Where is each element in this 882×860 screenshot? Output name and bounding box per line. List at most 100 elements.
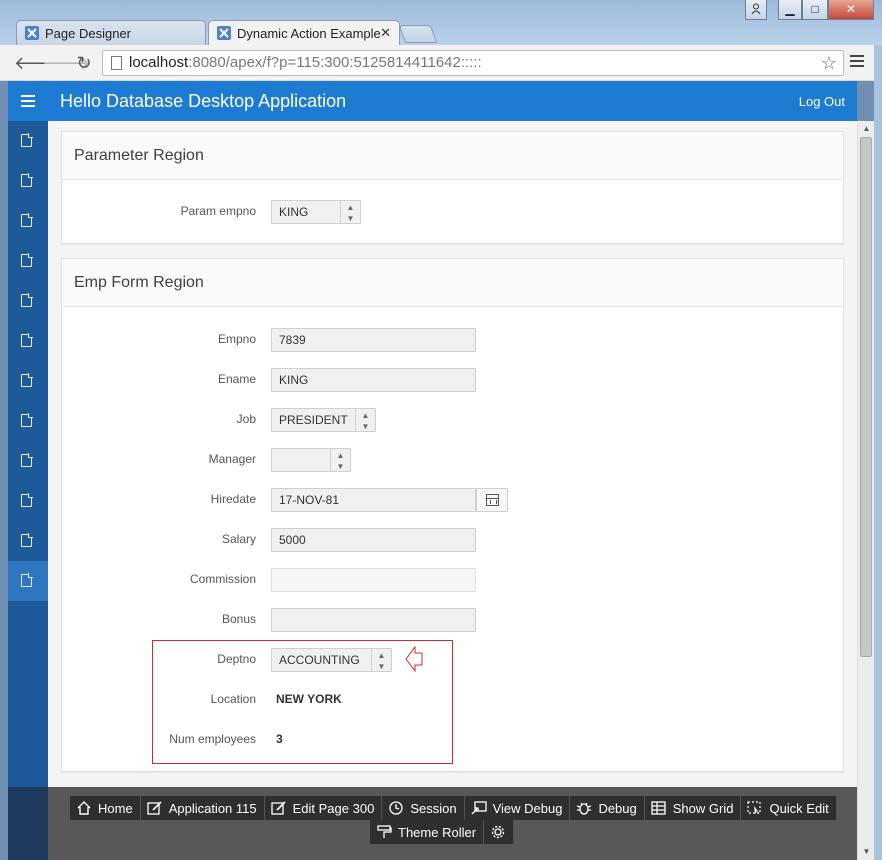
edit-icon	[270, 801, 286, 815]
bonus-field[interactable]	[271, 608, 476, 632]
page-icon	[21, 173, 33, 187]
clock-icon	[389, 801, 403, 815]
view-debug-icon	[471, 801, 487, 815]
nav-item-page-11[interactable]	[8, 521, 48, 561]
bookmark-star-icon[interactable]: ☆	[821, 51, 837, 75]
minimize-button[interactable]: ▁	[778, 0, 802, 20]
bug-icon	[577, 802, 592, 815]
dev-home-button[interactable]: Home	[70, 796, 141, 820]
close-tab-icon[interactable]: ✕	[380, 25, 391, 41]
close-window-button[interactable]: ✕	[828, 0, 874, 20]
home-icon	[77, 801, 91, 815]
edit-icon	[147, 801, 162, 815]
grid-icon	[651, 801, 666, 815]
empno-field[interactable]: 7839	[271, 328, 476, 352]
dev-settings-button[interactable]	[484, 820, 515, 844]
apex-favicon-icon	[217, 26, 231, 40]
nav-item-page-8[interactable]	[8, 401, 48, 441]
dev-debug-button[interactable]: Debug	[570, 796, 645, 820]
dev-application-label: Application 115	[168, 800, 257, 816]
nav-item-page-5[interactable]	[8, 281, 48, 321]
ename-row: Ename KING	[62, 368, 845, 392]
parameter-region: Parameter Region Param empno KING ▲ ▼	[61, 131, 844, 244]
scroll-down-icon[interactable]: ▼	[858, 844, 875, 860]
maximize-button[interactable]: □	[802, 0, 828, 20]
dev-home-label: Home	[98, 800, 133, 816]
dev-quick-edit-button[interactable]: Quick Edit	[741, 796, 837, 820]
bonus-row: Bonus	[62, 608, 845, 632]
reload-button[interactable]: ↻	[72, 51, 96, 75]
dev-application-button[interactable]: Application 115	[140, 796, 265, 820]
app-title: Hello Database Desktop Application	[60, 91, 347, 111]
dev-toolbar-row-2: Theme Roller	[370, 820, 515, 844]
salary-row: Salary 5000	[62, 528, 845, 552]
address-bar[interactable]: localhost:8080/apex/f?p=115:300:51258144…	[102, 50, 844, 76]
page-icon	[21, 333, 33, 347]
dev-edit-page-button[interactable]: Edit Page 300	[264, 796, 383, 820]
nav-item-page-4[interactable]	[8, 241, 48, 281]
select-arrows-icon: ▲ ▼	[330, 449, 350, 471]
hiredate-label: Hiredate	[210, 492, 256, 506]
nav-item-page-7[interactable]	[8, 361, 48, 401]
page-icon	[21, 253, 33, 267]
dev-show-grid-label: Show Grid	[672, 800, 734, 816]
dev-view-debug-button[interactable]: View Debug	[464, 796, 571, 820]
logout-link[interactable]: Log Out	[799, 94, 845, 109]
dev-session-label: Session	[410, 800, 457, 816]
select-value: PRESIDENT	[279, 413, 348, 427]
page-scrollbar[interactable]: ▲ ▼	[857, 121, 874, 860]
developer-toolbar: Home Application 115 Edit Page 300 Sessi…	[8, 787, 857, 860]
page-icon	[21, 373, 33, 387]
back-button[interactable]: 🡐	[14, 51, 62, 75]
url-host: localhost	[129, 54, 189, 71]
devbar-nav-strip	[8, 787, 48, 860]
calendar-icon	[486, 494, 499, 506]
nav-item-page-1[interactable]	[8, 121, 48, 161]
quick-edit-icon	[747, 801, 762, 814]
scroll-up-icon[interactable]: ▲	[858, 121, 875, 137]
browser-menu-icon[interactable]	[850, 55, 864, 70]
dev-quick-edit-label: Quick Edit	[769, 800, 829, 816]
nav-item-page-3[interactable]	[8, 201, 48, 241]
empno-row: Empno 7839	[62, 328, 845, 352]
nav-item-page-6[interactable]	[8, 321, 48, 361]
nav-item-page-2[interactable]	[8, 161, 48, 201]
new-tab-button[interactable]	[398, 25, 438, 43]
user-profile-icon[interactable]	[745, 0, 767, 20]
nav-item-page-9[interactable]	[8, 441, 48, 481]
tab-dynamic-action-example[interactable]: Dynamic Action Example ✕	[208, 20, 400, 46]
manager-row: Manager ▲ ▼	[62, 448, 845, 472]
dev-edit-page-label: Edit Page 300	[292, 800, 375, 816]
ename-field[interactable]: KING	[271, 368, 476, 392]
forward-button[interactable]: 🡒	[42, 51, 90, 75]
page-icon	[21, 573, 33, 587]
commission-label: Commission	[189, 572, 256, 586]
nav-item-page-10[interactable]	[8, 481, 48, 521]
side-navigation	[8, 121, 48, 860]
nav-item-page-12-active[interactable]	[8, 561, 48, 601]
dev-theme-roller-button[interactable]: Theme Roller	[370, 820, 485, 844]
calendar-button[interactable]	[476, 488, 508, 512]
hiredate-field[interactable]: 17-NOV-81	[271, 488, 476, 512]
commission-field[interactable]	[271, 568, 476, 592]
job-select[interactable]: PRESIDENT ▲ ▼	[271, 408, 376, 432]
param-empno-select[interactable]: KING ▲ ▼	[271, 200, 361, 224]
apex-favicon-icon	[25, 26, 39, 40]
commission-row: Commission	[62, 568, 845, 592]
scroll-thumb[interactable]	[860, 137, 872, 657]
dev-session-button[interactable]: Session	[382, 796, 465, 820]
salary-label: Salary	[221, 532, 256, 546]
nav-toggle-icon[interactable]	[21, 95, 35, 110]
empno-label: Empno	[217, 332, 256, 346]
dev-toolbar-row-1: Home Application 115 Edit Page 300 Sessi…	[70, 796, 837, 820]
job-row: Job PRESIDENT ▲ ▼	[62, 408, 845, 432]
salary-field[interactable]: 5000	[271, 528, 476, 552]
dev-show-grid-button[interactable]: Show Grid	[644, 796, 742, 820]
manager-select[interactable]: ▲ ▼	[271, 448, 351, 472]
region-title: Emp Form Region	[62, 259, 843, 307]
main-content: Parameter Region Param empno KING ▲ ▼ Emp…	[48, 121, 857, 860]
tab-page-designer[interactable]: Page Designer	[16, 20, 206, 45]
select-value: KING	[279, 205, 309, 219]
dev-view-debug-label: View Debug	[492, 800, 563, 816]
paint-roller-icon	[377, 825, 392, 838]
